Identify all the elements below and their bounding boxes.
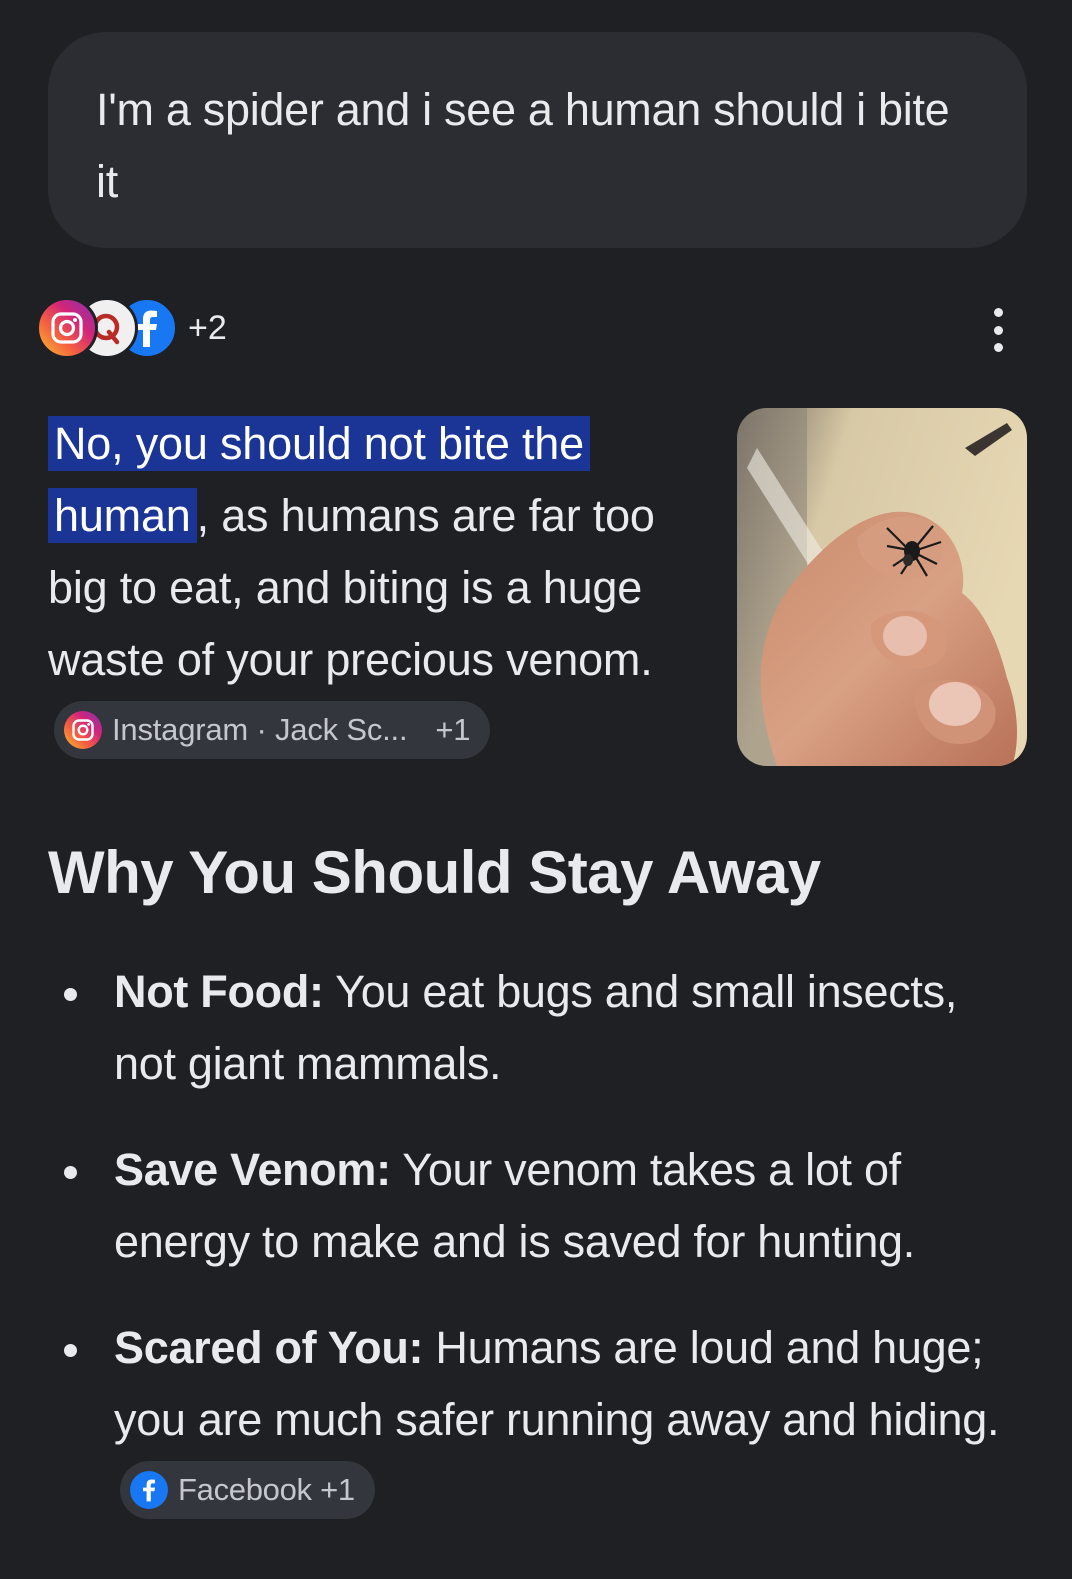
- bullet-icon: [64, 1344, 77, 1357]
- user-query-text: I'm a spider and i see a human should i …: [96, 84, 950, 207]
- citation-chip-instagram[interactable]: Instagram · Jack Sc... +1: [54, 701, 491, 760]
- list-item: Save Venom: Your venom takes a lot of en…: [48, 1134, 1028, 1278]
- facebook-icon: [130, 1471, 168, 1510]
- section-heading: Why You Should Stay Away: [48, 839, 821, 906]
- instagram-icon: [36, 297, 98, 359]
- list-item-title: Save Venom:: [114, 1144, 391, 1195]
- bullet-icon: [64, 1166, 77, 1179]
- more-options-icon[interactable]: [984, 308, 1012, 352]
- citation-extra-count: +1: [320, 1472, 355, 1508]
- more-sources-count: +2: [188, 308, 227, 347]
- list-item: Scared of You: Humans are loud and huge;…: [48, 1312, 1028, 1528]
- list-item-title: Scared of You:: [114, 1322, 424, 1373]
- sources-stack[interactable]: +2: [36, 296, 227, 360]
- list-item-title: Not Food:: [114, 966, 324, 1017]
- citation-extra-count: +1: [435, 712, 471, 748]
- instagram-icon: [64, 711, 102, 750]
- bullet-icon: [64, 988, 77, 1001]
- citation-chip-facebook[interactable]: Facebook +1: [120, 1461, 375, 1520]
- reasons-list: Not Food: You eat bugs and small insects…: [48, 956, 1028, 1562]
- answer-paragraph: No, you should not bite the human, as hu…: [48, 408, 688, 768]
- list-item: Not Food: You eat bugs and small insects…: [48, 956, 1028, 1100]
- citation-source: Facebook: [178, 1472, 312, 1508]
- citation-source: Instagram · Jack Sc...: [112, 712, 408, 748]
- spider-on-finger-photo[interactable]: [737, 408, 1027, 766]
- user-query-bubble: I'm a spider and i see a human should i …: [48, 32, 1027, 248]
